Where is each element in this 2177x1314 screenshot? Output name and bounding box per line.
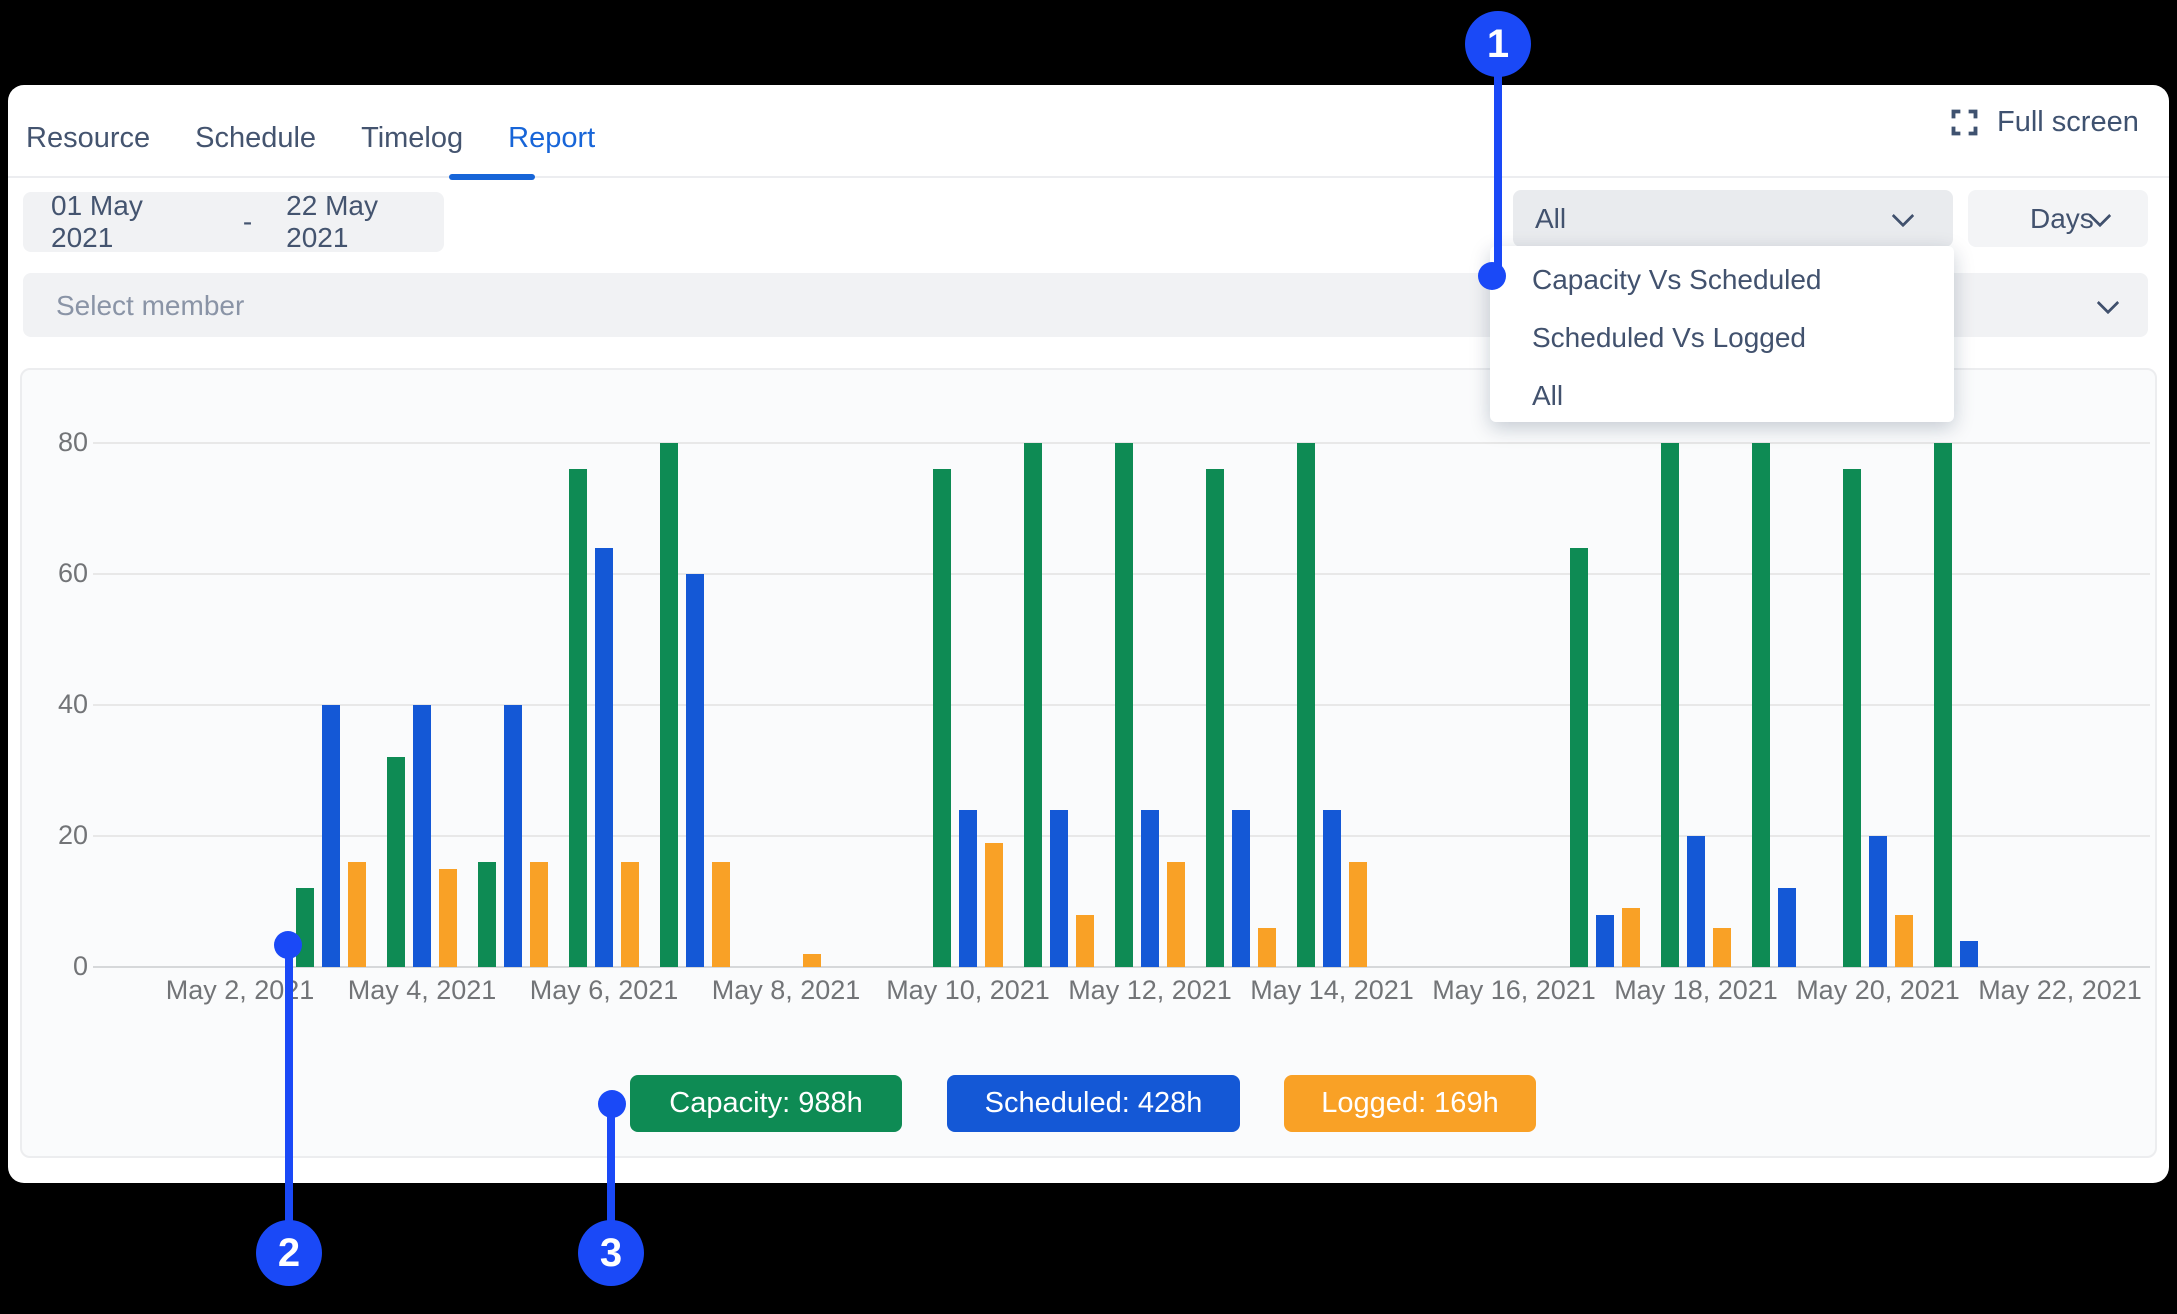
menu-item-scheduled-vs-logged[interactable]: Scheduled Vs Logged xyxy=(1532,322,1806,354)
menu-item-all[interactable]: All xyxy=(1532,380,1563,412)
metric-dropdown-menu: Capacity Vs Scheduled Scheduled Vs Logge… xyxy=(1490,246,1954,422)
bar-capacity xyxy=(1024,443,1042,967)
bar-capacity xyxy=(1843,469,1861,967)
bar-logged xyxy=(1258,928,1276,967)
bar-capacity xyxy=(660,443,678,967)
bar-scheduled xyxy=(1323,810,1341,967)
bar-capacity xyxy=(1206,469,1224,967)
bar-capacity xyxy=(1661,443,1679,967)
bar-logged xyxy=(439,869,457,967)
bar-scheduled xyxy=(595,548,613,967)
bar-capacity xyxy=(1752,443,1770,967)
bar-logged xyxy=(1349,862,1367,967)
bar-capacity xyxy=(933,469,951,967)
app-screenshot: Resource Schedule Timelog Report Full sc… xyxy=(0,0,2177,1314)
bar-scheduled xyxy=(322,705,340,967)
bar-capacity xyxy=(569,469,587,967)
bar-logged xyxy=(712,862,730,967)
annotation-marker-2: 2 xyxy=(256,1220,322,1286)
annotation-1-dot xyxy=(1478,262,1506,290)
bar-scheduled xyxy=(1232,810,1250,967)
bar-scheduled xyxy=(413,705,431,967)
legend-scheduled-button[interactable]: Scheduled: 428h xyxy=(947,1075,1240,1132)
bar-scheduled xyxy=(1050,810,1068,967)
y-tick-label: 40 xyxy=(28,689,88,720)
bar-scheduled xyxy=(1960,941,1978,967)
bar-scheduled xyxy=(1141,810,1159,967)
bar-scheduled xyxy=(1596,915,1614,967)
bar-capacity xyxy=(478,862,496,967)
legend-logged-button[interactable]: Logged: 169h xyxy=(1284,1075,1536,1132)
bar-logged xyxy=(1713,928,1731,967)
bar-logged xyxy=(1622,908,1640,967)
annotation-marker-1: 1 xyxy=(1465,11,1531,77)
bar-scheduled xyxy=(686,574,704,967)
annotation-2-dot xyxy=(274,931,302,959)
bar-logged xyxy=(1076,915,1094,967)
legend-capacity-button[interactable]: Capacity: 988h xyxy=(630,1075,902,1132)
bar-logged xyxy=(621,862,639,967)
annotation-2-stem xyxy=(285,945,293,1253)
bar-capacity xyxy=(1570,548,1588,967)
bar-capacity xyxy=(296,888,314,967)
bar-capacity xyxy=(1934,443,1952,967)
menu-item-capacity-vs-scheduled[interactable]: Capacity Vs Scheduled xyxy=(1532,264,1822,296)
y-tick-label: 20 xyxy=(28,820,88,851)
bar-scheduled xyxy=(959,810,977,967)
bar-capacity xyxy=(1297,443,1315,967)
annotation-1-stem xyxy=(1494,76,1502,276)
bar-scheduled xyxy=(1778,888,1796,967)
bar-logged xyxy=(985,843,1003,967)
bar-scheduled xyxy=(1687,836,1705,967)
bar-capacity xyxy=(387,757,405,967)
bar-scheduled xyxy=(504,705,522,967)
y-tick-label: 60 xyxy=(28,558,88,589)
bar-logged xyxy=(348,862,366,967)
bar-scheduled xyxy=(1869,836,1887,967)
x-tick-label: May 22, 2021 xyxy=(1950,975,2170,1006)
bar-logged xyxy=(530,862,548,967)
annotation-3-dot xyxy=(598,1090,626,1118)
y-tick-label: 0 xyxy=(28,951,88,982)
bar-capacity xyxy=(1115,443,1133,967)
y-tick-label: 80 xyxy=(28,427,88,458)
bar-logged xyxy=(1895,915,1913,967)
bar-logged xyxy=(803,954,821,967)
annotation-marker-3: 3 xyxy=(578,1220,644,1286)
bar-logged xyxy=(1167,862,1185,967)
